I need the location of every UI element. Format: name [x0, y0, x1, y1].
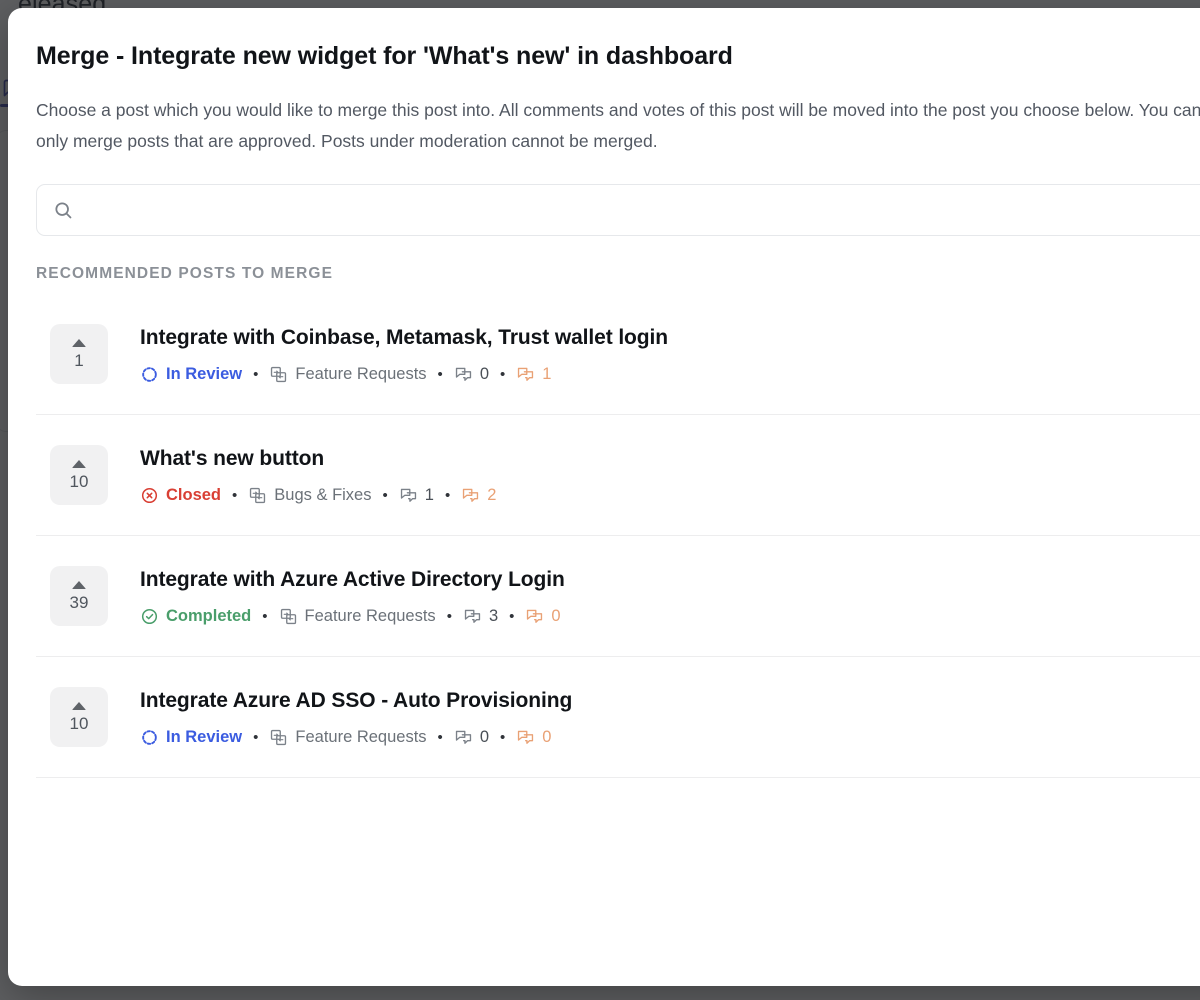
board-transfer-icon: [248, 486, 267, 505]
meta-separator: •: [253, 366, 259, 383]
caret-up-icon: [72, 701, 86, 710]
comment-count: 0: [454, 728, 489, 747]
internal-comment-count-value: 0: [542, 728, 552, 746]
vote-button[interactable]: 10: [50, 687, 108, 747]
vote-count: 39: [69, 592, 89, 612]
category-label: Feature Requests: [295, 365, 427, 383]
internal-comment-count: 0: [525, 607, 561, 626]
comment-count-value: 0: [479, 365, 489, 383]
post-row[interactable]: 39 Integrate with Azure Active Directory …: [36, 536, 1200, 657]
internal-comment-count-value: 1: [542, 365, 552, 383]
post-category: Bugs & Fixes: [248, 486, 372, 505]
meta-separator: •: [253, 729, 259, 746]
post-row[interactable]: 10 Integrate Azure AD SSO - Auto Provisio…: [36, 657, 1200, 778]
board-transfer-icon: [269, 728, 288, 747]
post-title: Integrate with Coinbase, Metamask, Trust…: [140, 326, 668, 349]
search-field[interactable]: [36, 184, 1200, 236]
post-meta: In Review • Feature Requests • 0 • 1: [140, 365, 668, 384]
meta-separator: •: [446, 608, 452, 625]
meta-separator: •: [382, 487, 388, 504]
comment-count: 0: [454, 365, 489, 384]
post-content: What's new button Closed • Bugs & Fixes • 1 • 2: [140, 445, 496, 505]
search-input[interactable]: [87, 184, 1200, 236]
comment-bubbles-icon: [454, 365, 473, 384]
internal-comment-count: 1: [516, 365, 551, 384]
status-badge: In Review: [140, 365, 242, 384]
completed-circle-check-icon: [140, 607, 159, 626]
vote-count: 10: [69, 713, 89, 733]
category-label: Feature Requests: [304, 607, 436, 625]
in-review-dashed-circle-icon: [140, 365, 159, 384]
recommended-posts-label: RECOMMENDED POSTS TO MERGE: [36, 265, 334, 282]
comment-bubbles-icon: [525, 607, 544, 626]
merge-post-dialog: Merge - Integrate new widget for 'What's…: [8, 8, 1200, 986]
category-label: Bugs & Fixes: [274, 486, 372, 504]
status-label: Completed: [166, 607, 252, 625]
post-category: Feature Requests: [269, 365, 427, 384]
internal-comment-count-value: 0: [551, 607, 561, 625]
post-content: Integrate with Azure Active Directory Lo…: [140, 566, 565, 626]
meta-separator: •: [232, 487, 238, 504]
comment-count-value: 3: [488, 607, 499, 625]
meta-separator: •: [509, 608, 515, 625]
post-meta: Completed • Feature Requests • 3 • 0: [140, 607, 565, 626]
caret-up-icon: [72, 459, 86, 468]
internal-comment-count: 2: [461, 486, 496, 505]
comment-count: 3: [463, 607, 498, 626]
search-icon: [53, 200, 73, 220]
caret-up-icon: [72, 580, 86, 589]
vote-count: 1: [74, 350, 84, 370]
comment-count-value: 1: [424, 486, 434, 504]
closed-circle-x-icon: [140, 486, 159, 505]
vote-count: 10: [69, 471, 89, 491]
status-badge: In Review: [140, 728, 242, 747]
post-meta: Closed • Bugs & Fixes • 1 • 2: [140, 486, 496, 505]
category-label: Feature Requests: [295, 728, 427, 746]
board-transfer-icon: [269, 365, 288, 384]
vote-button[interactable]: 10: [50, 445, 108, 505]
meta-separator: •: [437, 729, 443, 746]
status-label: In Review: [166, 365, 243, 383]
recommended-post-list: 1 Integrate with Coinbase, Metamask, Trus…: [36, 296, 1200, 778]
vote-button[interactable]: 39: [50, 566, 108, 626]
post-row[interactable]: 10 What's new button Closed • Bugs & Fixes • 1…: [36, 415, 1200, 536]
comment-bubbles-icon: [454, 728, 473, 747]
vote-button[interactable]: 1: [50, 324, 108, 384]
status-label: In Review: [166, 728, 243, 746]
internal-comment-count-value: 2: [487, 486, 497, 504]
dialog-description: Choose a post which you would like to me…: [36, 100, 1200, 151]
post-category: Feature Requests: [269, 728, 427, 747]
in-review-dashed-circle-icon: [140, 728, 159, 747]
status-badge: Completed: [140, 607, 251, 626]
post-title: What's new button: [140, 447, 325, 470]
meta-separator: •: [500, 729, 506, 746]
comment-bubbles-icon: [516, 728, 535, 747]
dialog-title: Merge - Integrate new widget for 'What's…: [36, 42, 733, 70]
post-content: Integrate Azure AD SSO - Auto Provisioni…: [140, 687, 572, 747]
status-label: Closed: [166, 486, 222, 504]
post-title: Integrate Azure AD SSO - Auto Provisioni…: [140, 689, 573, 712]
comment-bubbles-icon: [463, 607, 482, 626]
post-content: Integrate with Coinbase, Metamask, Trust…: [140, 324, 668, 384]
comment-count: 1: [399, 486, 434, 505]
post-meta: In Review • Feature Requests • 0 • 0: [140, 728, 572, 747]
meta-separator: •: [444, 487, 451, 504]
internal-comment-count: 0: [516, 728, 551, 747]
meta-separator: •: [500, 366, 506, 383]
status-badge: Closed: [140, 486, 221, 505]
meta-separator: •: [437, 366, 443, 383]
meta-separator: •: [262, 608, 268, 625]
post-row[interactable]: 1 Integrate with Coinbase, Metamask, Trus…: [36, 296, 1200, 415]
post-title: Integrate with Azure Active Directory Lo…: [140, 568, 565, 591]
comment-bubbles-icon: [399, 486, 418, 505]
board-transfer-icon: [279, 607, 298, 626]
caret-up-icon: [72, 338, 86, 347]
comment-bubbles-icon: [461, 486, 480, 505]
post-category: Feature Requests: [279, 607, 436, 626]
dialog-body: Merge - Integrate new widget for 'What's…: [8, 8, 1200, 778]
comment-bubbles-icon: [516, 365, 535, 384]
comment-count-value: 0: [479, 728, 489, 746]
